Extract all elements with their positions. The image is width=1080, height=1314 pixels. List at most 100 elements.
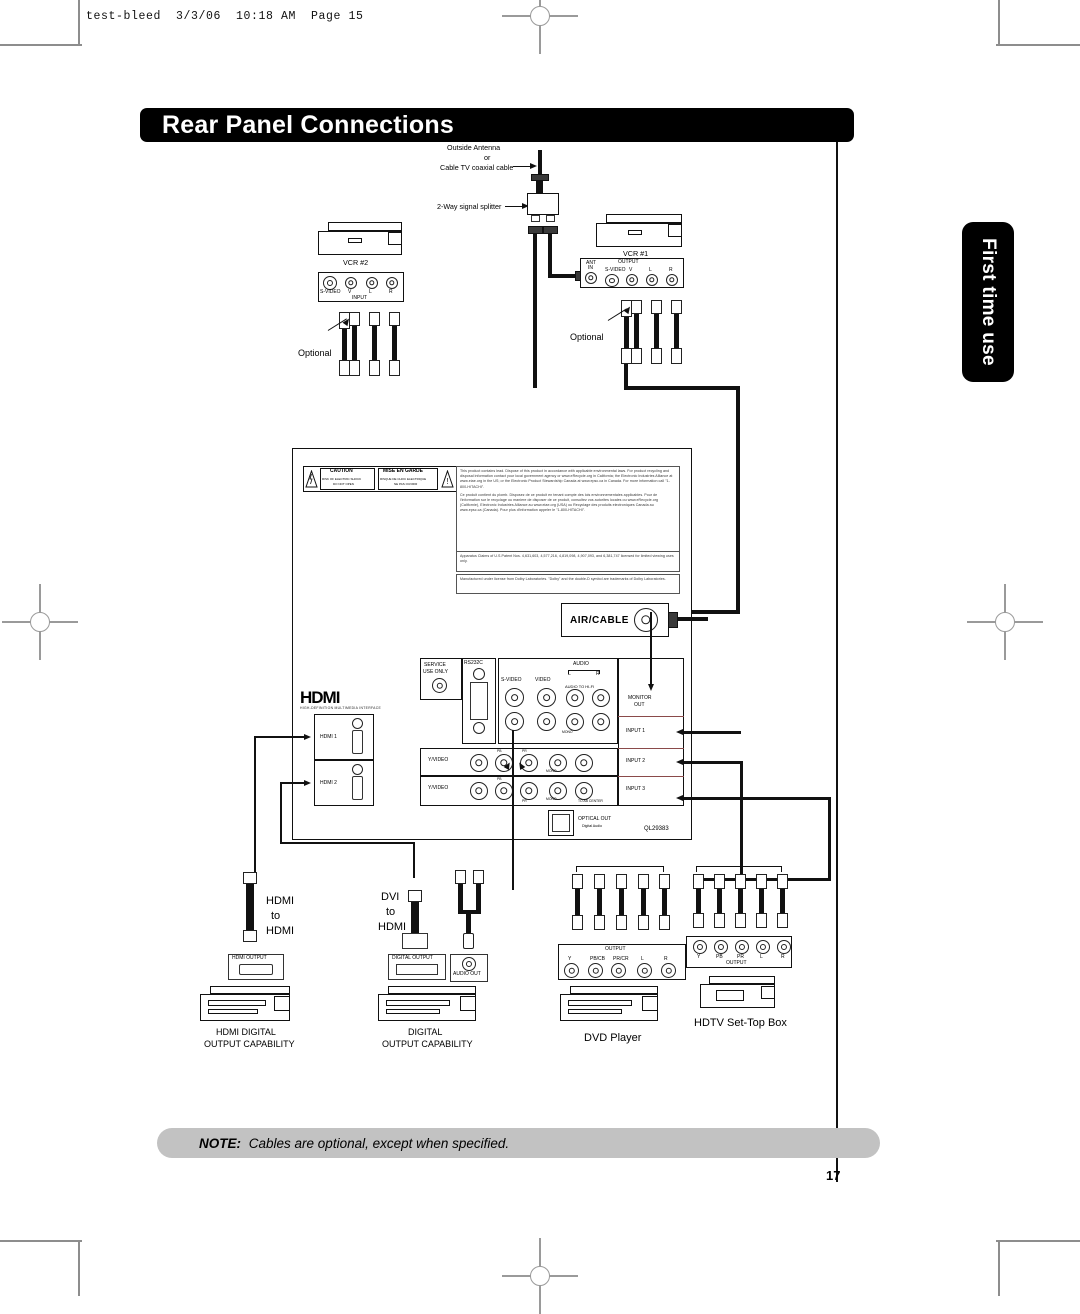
- dvd-cable-4-bot: [638, 915, 649, 930]
- dvd-cable-4-wire: [641, 889, 646, 917]
- input3-route-down: [828, 797, 831, 881]
- y-video-label-2: Y/VIDEO: [428, 757, 449, 763]
- audio-bracket-r: [599, 670, 600, 674]
- digital-device-top: [388, 986, 476, 994]
- hdmi-digital-device: [200, 986, 300, 1022]
- air-cable-jack: [634, 608, 658, 632]
- stb-cable-4-bot: [756, 913, 767, 928]
- caution-title-fr: MISE EN GARDE: [383, 468, 424, 474]
- dvd-cable-1-bot: [572, 915, 583, 930]
- vcr1-display: [628, 230, 642, 235]
- caution-title-en: CAUTION: [330, 468, 353, 474]
- dvd-cable-1-wire: [575, 889, 580, 917]
- audio-out-jack-label: AUDIO OUT: [453, 971, 481, 977]
- dvd-player-label: DVD Player: [584, 1032, 642, 1044]
- input1-arrow: [676, 729, 683, 735]
- stb-cable-4-wire: [759, 889, 764, 915]
- vcr2-jack-v: [345, 277, 357, 289]
- input3-arrow: [676, 795, 683, 801]
- stb-cable-5-top: [777, 874, 788, 889]
- optical-route-down: [512, 730, 515, 890]
- hdmi-cable-label-3: HDMI: [266, 925, 295, 937]
- hdmi2-port: [352, 776, 363, 800]
- antenna-mast: [538, 150, 542, 174]
- antenna-label-line2: or: [484, 153, 491, 162]
- vcr1-cable-l-plug2: [651, 348, 662, 364]
- hdmi2-route: [280, 782, 304, 785]
- hdmi-output-port: [239, 964, 273, 975]
- dvd-cable-3-top: [616, 874, 627, 889]
- dvd-cable-1-top: [572, 874, 583, 889]
- dvi-cable-connector: [402, 933, 428, 949]
- vcr1-cable-r-plug: [671, 300, 682, 314]
- vcr1-device: [596, 214, 688, 248]
- dvd-player-device: [560, 986, 670, 1022]
- vcr2-device: [318, 222, 408, 256]
- digital-output-device: [378, 986, 488, 1022]
- vcr2-side-face: [388, 232, 402, 245]
- rs232c-screw-top: [473, 668, 485, 680]
- audio-cable-plug-r: [473, 870, 484, 884]
- av-jack-audio-r-1: [592, 689, 610, 707]
- stb-cable-1-bot: [693, 913, 704, 928]
- warning-triangle-right-icon: !: [441, 469, 454, 488]
- hdmi-logo: HDMI: [300, 688, 340, 707]
- note-bar: NOTE: Cables are optional, except when s…: [157, 1128, 880, 1158]
- input2-label: INPUT 2: [626, 758, 646, 764]
- optical-out-inner: [552, 814, 570, 832]
- note-text: Cables are optional, except when specifi…: [248, 1135, 510, 1151]
- input2-route-down: [740, 761, 743, 879]
- hdmi1-port: [352, 730, 363, 754]
- stb-output-group-label: OUTPUT: [726, 960, 747, 966]
- monitor-out-feed: [650, 612, 653, 684]
- stb-cable-5-bot: [777, 913, 788, 928]
- stb-cable-2-wire: [717, 889, 722, 915]
- stb-cable-5-wire: [780, 889, 785, 915]
- component-jack-pr-3: [520, 782, 538, 800]
- antenna-label-line3: Cable TV coaxial cable: [440, 163, 514, 172]
- air-cable-label: AIR/CABLE: [570, 615, 629, 626]
- vcr2-cable-v-plug2: [349, 360, 360, 376]
- splitter-cable-a-wire: [533, 234, 537, 386]
- vcr2-display: [348, 238, 362, 243]
- air-cable-plug: [668, 612, 678, 628]
- caution-line2-en: DO NOT OPEN: [333, 482, 354, 486]
- vcr1-cable-v-plug2: [631, 348, 642, 364]
- vcr2-jack-r: [386, 277, 398, 289]
- hdmi-cable-wire: [246, 884, 254, 930]
- splitter-out-b: [546, 215, 555, 222]
- trim-mark-bottom-left-h: [0, 1240, 82, 1242]
- section-tab-first-time-use[interactable]: First time use: [962, 222, 1014, 382]
- vcr1-cable-l-plug: [651, 300, 662, 314]
- hdmi-cable-top-plug: [243, 872, 257, 884]
- antenna-leader-line: [513, 166, 531, 167]
- stb-jack-l: [756, 940, 770, 954]
- stb-cable-1-wire: [696, 889, 701, 915]
- hdmi-cable-label-1: HDMI: [266, 895, 295, 907]
- vcr1-group-label: OUTPUT: [618, 259, 639, 265]
- stb-cable-3-wire: [738, 889, 743, 915]
- digital-device-slot2: [386, 1009, 440, 1014]
- vcr2-top-face: [328, 222, 402, 231]
- page-title-banner: Rear Panel Connections: [140, 108, 854, 142]
- dvd-cable-5-bot: [659, 915, 670, 930]
- vcr2-cable-r-wire: [392, 326, 397, 364]
- av-jack-audio-r-2: [592, 713, 610, 731]
- pr-label-3: PR: [522, 799, 527, 803]
- vcr2-group-label: INPUT: [352, 295, 367, 301]
- audio-to-hifi-label: AUDIO TO HI-FI: [565, 684, 595, 689]
- vcr2-cable-r-plug2: [389, 360, 400, 376]
- vcr1-jack-r: [666, 274, 678, 286]
- antenna-drop-wire: [536, 181, 543, 193]
- trim-mark-bottom-right-h: [996, 1240, 1080, 1242]
- vcr1-jack-ant-in: [585, 272, 597, 284]
- dvi-cable-top-plug: [408, 890, 422, 902]
- vcr1-name: VCR #1: [623, 249, 649, 258]
- to-ab-center-label: TO AB CENTER: [578, 799, 603, 803]
- vcr2-cable-l-wire: [372, 326, 377, 364]
- splitter-cable-b-bend: [548, 274, 578, 278]
- caution-line1-en: RISK OF ELECTRIC SHOCK: [322, 477, 362, 481]
- optical-out-label: OPTICAL OUT: [578, 816, 612, 822]
- stb-cable-3-bot: [735, 913, 746, 928]
- stb-cable-2-top: [714, 874, 725, 889]
